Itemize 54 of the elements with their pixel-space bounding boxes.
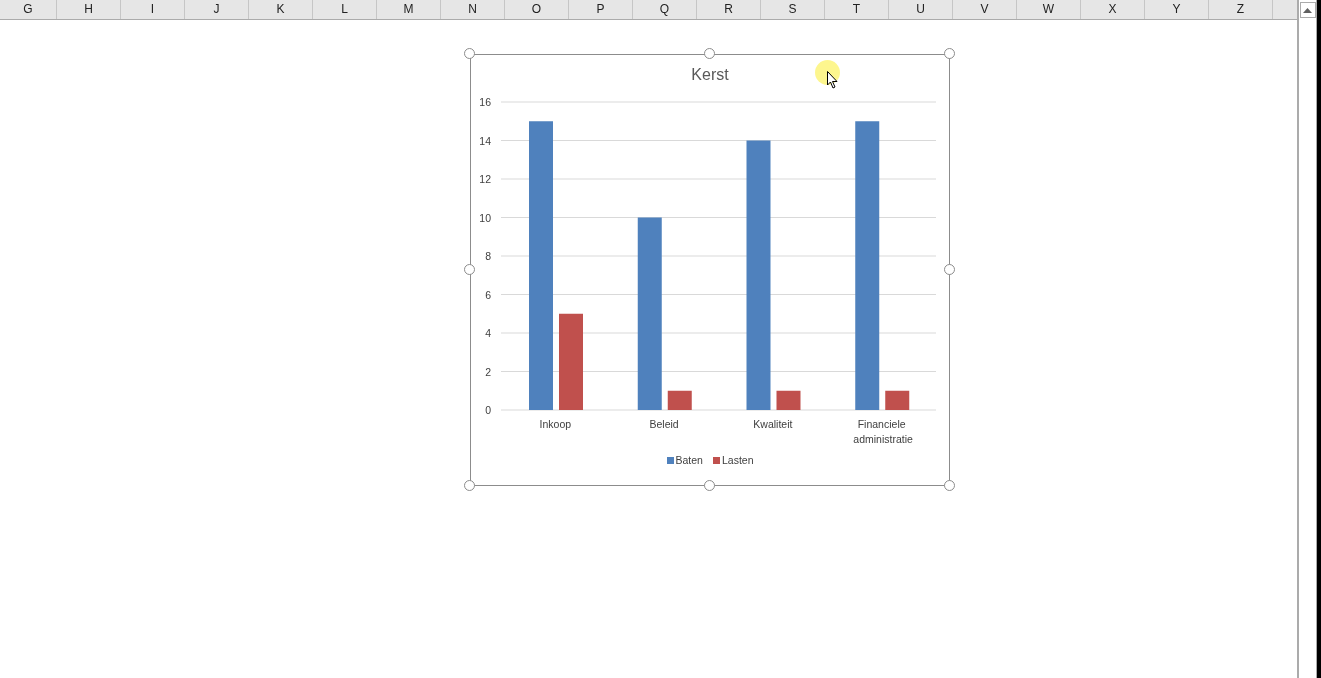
scroll-up-button[interactable] [1299,2,1316,18]
vertical-scrollbar[interactable] [1298,0,1317,678]
column-header[interactable]: K [249,0,313,19]
resize-handle[interactable] [944,480,955,491]
column-header[interactable]: N [441,0,505,19]
resize-handle[interactable] [464,264,475,275]
axis-tick-label: 0 [485,404,491,416]
axis-tick-label: 10 [479,211,491,224]
column-header[interactable]: L [313,0,377,19]
column-header[interactable]: I [121,0,185,19]
axis-tick-label: 14 [479,134,491,147]
axis-tick-label: 6 [485,288,491,301]
column-header[interactable]: V [953,0,1017,19]
resize-handle[interactable] [464,480,475,491]
chart-area[interactable]: Kerst 0 2 4 6 8 10 12 14 16 Inkoop Beleid Kwaliteit Financiele administratie Baten Lasten [470,54,950,486]
axis-tick-label: 2 [485,365,491,378]
column-header[interactable]: J [185,0,249,19]
resize-handle[interactable] [704,480,715,491]
resize-handle[interactable] [944,264,955,275]
axis-tick-label: 12 [479,173,491,185]
column-header[interactable]: P [569,0,633,19]
bar[interactable] [667,390,692,410]
pointer-icon [827,71,838,89]
up-arrow-icon [1303,7,1312,13]
bar[interactable] [885,390,910,410]
category-label: Kwaliteit [753,418,793,430]
resize-handle[interactable] [944,48,955,59]
bar[interactable] [855,121,880,410]
column-header[interactable]: O [505,0,569,19]
axis-tick-label: 16 [479,96,491,108]
legend-label: Lasten [721,453,754,467]
column-header[interactable]: Y [1145,0,1209,19]
column-header[interactable]: Q [633,0,697,19]
column-header[interactable]: X [1081,0,1145,19]
bar[interactable] [637,217,662,410]
bar[interactable] [776,390,801,410]
column-header[interactable]: U [889,0,953,19]
column-header[interactable]: G [0,0,57,19]
axis-tick-label: 4 [485,327,491,339]
column-header[interactable]: T [825,0,889,19]
column-header[interactable]: R [697,0,761,19]
category-label: Financiele administratie [853,418,913,445]
resize-handle[interactable] [464,48,475,59]
column-header[interactable]: W [1017,0,1081,19]
chart-title: Kerst [691,65,729,85]
resize-handle[interactable] [704,48,715,59]
column-header[interactable]: S [761,0,825,19]
column-header[interactable]: H [57,0,121,19]
column-header[interactable]: M [377,0,441,19]
category-label: Inkoop [539,418,572,430]
bar[interactable] [746,140,771,410]
axis-tick-label: 8 [485,250,491,262]
category-label: Beleid [649,418,679,430]
legend-label: Baten [675,453,703,467]
